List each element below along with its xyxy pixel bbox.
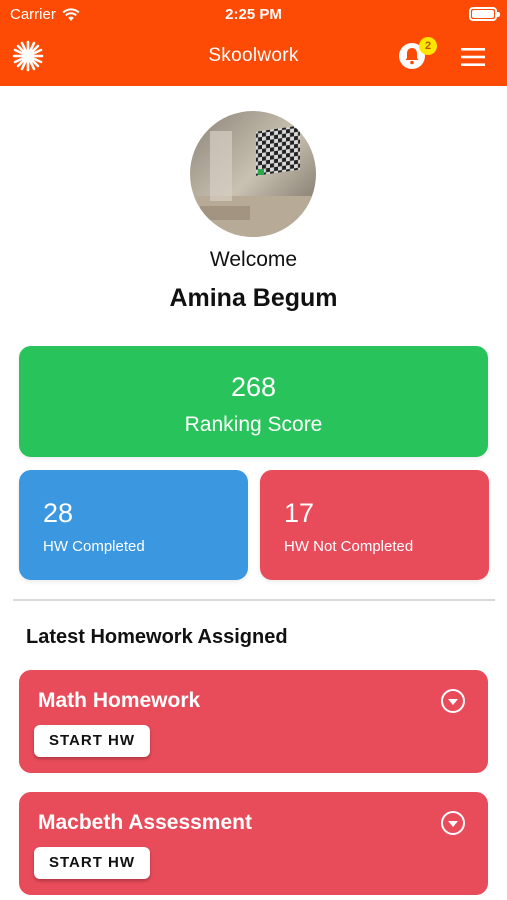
status-time: 2:25 PM	[225, 6, 282, 23]
start-hw-button[interactable]: START HW	[34, 725, 150, 757]
ranking-score-value: 268	[230, 372, 277, 402]
chevron-down-circle-icon[interactable]	[440, 810, 466, 836]
start-hw-button[interactable]: START HW	[34, 847, 150, 879]
hw-completed-card[interactable]: 28 HW Completed	[19, 470, 248, 580]
homework-card[interactable]: Macbeth Assessment START HW	[19, 792, 488, 895]
homework-title: Math Homework	[38, 689, 201, 712]
chevron-down-circle-icon[interactable]	[440, 688, 466, 714]
hamburger-menu-icon[interactable]	[460, 46, 486, 68]
hw-completed-value: 28	[43, 498, 74, 528]
hw-not-completed-label: HW Not Completed	[284, 538, 414, 555]
hw-not-completed-card[interactable]: 17 HW Not Completed	[260, 470, 489, 580]
hw-not-completed-value: 17	[284, 498, 315, 528]
section-divider	[13, 599, 495, 601]
homework-title: Macbeth Assessment	[38, 811, 252, 834]
user-name: Amina Begum	[169, 284, 338, 312]
battery-icon	[469, 7, 500, 21]
ranking-score-card[interactable]: 268 Ranking Score	[19, 346, 488, 457]
ranking-score-label: Ranking Score	[184, 413, 323, 436]
avatar	[190, 111, 316, 237]
app-header: Skoolwork 2	[0, 28, 507, 86]
welcome-label: Welcome	[209, 248, 298, 271]
status-bar: Carrier 2:25 PM	[0, 0, 507, 28]
hw-completed-label: HW Completed	[43, 538, 145, 555]
latest-homework-heading: Latest Homework Assigned	[26, 626, 288, 648]
homework-card[interactable]: Math Homework START HW	[19, 670, 488, 773]
notification-badge: 2	[419, 37, 437, 55]
